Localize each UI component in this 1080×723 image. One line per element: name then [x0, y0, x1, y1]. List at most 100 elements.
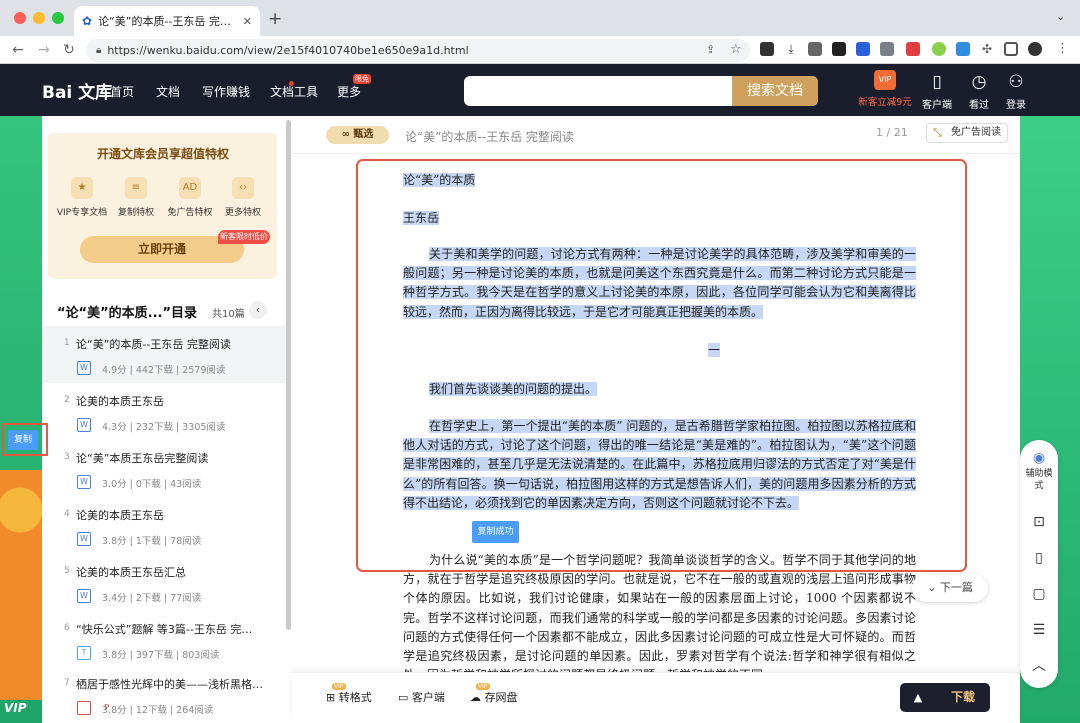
lock-icon: 🔒︎ [96, 45, 102, 56]
extension-3-icon[interactable] [832, 42, 846, 56]
client-label: 客户端 [922, 100, 952, 111]
login-link[interactable]: ⚇ 登录 [996, 72, 1036, 111]
word-doc-icon: W [77, 475, 91, 489]
toc-item-number: 1 [64, 338, 70, 348]
feature-vip-docs[interactable]: ★ VIP专享文档 [53, 177, 111, 218]
scroll-up-caret-icon[interactable]: ▲ [900, 683, 936, 712]
bookmark-star-icon[interactable]: ☆ [730, 42, 742, 57]
assist-mode-icon[interactable]: ◉ [1027, 446, 1051, 470]
extension-2-icon[interactable] [808, 42, 822, 56]
toc-item[interactable]: 5 论美的本质王东岳汇总 W 3.4分 | 2下载 | 77阅读 [42, 554, 286, 611]
clipboard-icon[interactable]: ☰ [1027, 618, 1051, 642]
nav-doc-tools[interactable]: 文档工具 [270, 83, 318, 100]
toc-item-title: 论美的本质王东岳 [76, 395, 164, 408]
toc-item-title: 论美的本质王东岳 [76, 509, 164, 522]
nav-home[interactable]: 首页 [110, 83, 134, 100]
minimize-window-dot[interactable] [33, 12, 45, 24]
ad-free-label: 免广告阅读 [951, 127, 1001, 138]
toc-item[interactable]: 3 论“美”本质王东岳完整阅读 W 3.0分 | 0下载 | 43阅读 [42, 440, 286, 497]
mobile-icon[interactable]: ▯ [1027, 546, 1051, 570]
address-bar[interactable]: 🔒︎ https://wenku.baidu.com/view/2e15f401… [86, 39, 750, 62]
sidebar-toggle-icon[interactable] [1004, 42, 1018, 56]
reload-icon[interactable]: ↻ [60, 41, 78, 59]
ad-free-reading-button[interactable]: ⤡ 免广告阅读 [926, 123, 1008, 143]
convert-label: 转格式 [338, 691, 372, 704]
toc-item[interactable]: 6 “快乐公式”题解 等3篇--王东岳 完… T 3.8分 | 397下载 | … [42, 611, 286, 668]
document-topbar [292, 116, 1020, 154]
forward-icon[interactable]: → [35, 41, 53, 59]
new-user-promo[interactable]: VIP 新客立减9元 [855, 70, 915, 108]
search-button[interactable]: 搜索文档 [732, 76, 818, 106]
toc-item-title: 论“美”本质王东岳完整阅读 [76, 452, 209, 465]
copy-success-toast: 复制成功 [472, 521, 519, 543]
extension-8-icon[interactable] [956, 42, 970, 56]
toc-item-meta: 4.9分 | 442下载 | 2579阅读 [102, 365, 226, 376]
extension-4-icon[interactable] [856, 42, 870, 56]
toc-item-number: 4 [64, 509, 70, 519]
browser-tab[interactable]: ✿ 论“美”的本质--王东岳 完整阅 ✕ [74, 6, 260, 36]
word-doc-icon: W [77, 532, 91, 546]
copy-side-highlight: 复制 [2, 423, 48, 456]
extensions-puzzle-icon[interactable]: ✣ [980, 42, 994, 56]
toc-collapse-chevron-icon[interactable]: ‹ [249, 301, 267, 319]
nav-more[interactable]: 更多 [337, 83, 361, 100]
phone-icon: ▯ [932, 72, 942, 92]
feature-more[interactable]: ‹› 更多特权 [214, 177, 272, 218]
zoom-window-dot[interactable] [52, 12, 64, 24]
promo-title: 开通文库会员享超值特权 [96, 147, 229, 161]
side-copy-button[interactable]: 复制 [8, 430, 38, 450]
toc-item-number: 2 [64, 395, 70, 405]
feature-label: VIP专享文档 [56, 208, 108, 218]
feature-label: 复制特权 [117, 208, 154, 218]
feature-no-ads[interactable]: AD 免广告特权 [161, 177, 219, 218]
mascot-lion-image [0, 470, 42, 700]
toc-item-title: 栖居于感性光辉中的美——浅析黑格… [76, 678, 263, 691]
toc-item[interactable]: 7 栖居于感性光辉中的美——浅析黑格… P 3.8分 | 12下载 | 264阅… [42, 666, 286, 723]
client-download[interactable]: ▯ 客户端 [917, 72, 957, 111]
toc-item-number: 7 [64, 678, 70, 688]
vip-badge: VIP [476, 683, 490, 690]
tab-list-chevron-icon[interactable]: ⌄ [1056, 10, 1065, 23]
toc-item[interactable]: 1 论“美”的本质--王东岳 完整阅读 W 4.9分 | 442下载 | 257… [42, 326, 286, 383]
feature-label: 更多特权 [224, 208, 261, 218]
history-link[interactable]: ◷ 看过 [959, 72, 999, 111]
extension-5-icon[interactable] [880, 42, 894, 56]
page-indicator: 1 / 21 [876, 126, 908, 139]
close-tab-icon[interactable]: ✕ [243, 15, 252, 28]
nav-write-earn[interactable]: 写作赚钱 [202, 83, 250, 100]
back-icon[interactable]: ← [9, 41, 27, 59]
back-to-top-icon[interactable]: ︿ [1027, 654, 1051, 678]
convert-format-button[interactable]: ⊞ VIP 转格式 [326, 683, 372, 705]
cloud-icon: ☁ [470, 691, 485, 704]
extension-7-icon[interactable] [932, 42, 946, 56]
new-tab-icon[interactable]: + [268, 9, 282, 29]
extension-6-icon[interactable] [906, 42, 920, 56]
toolbox-icon[interactable]: ⊡ [1027, 510, 1051, 534]
toc-item[interactable]: 4 论美的本质王东岳 W 3.8分 | 1下载 | 78阅读 [42, 497, 286, 554]
assist-mode-label[interactable]: 辅助模式 [1022, 468, 1056, 492]
baidu-wenku-logo[interactable]: Bai 文库 [42, 78, 112, 103]
profile-avatar-icon[interactable] [1028, 42, 1042, 56]
baidu-favicon-icon: ✿ [82, 14, 93, 28]
download-button[interactable]: 下载 [936, 683, 990, 712]
search-box: 搜索文档 [464, 76, 818, 106]
share-icon[interactable]: ⇪ [706, 43, 715, 56]
feedback-chat-icon[interactable]: ▢ [1027, 582, 1051, 606]
extension-1-icon[interactable] [760, 42, 774, 56]
next-document-button[interactable]: ⌄ 下一篇 [912, 574, 988, 602]
feature-label: 免广告特权 [167, 208, 213, 218]
feature-copy[interactable]: ≡ 复制特权 [107, 177, 165, 218]
client-button[interactable]: ▭ 客户端 [398, 689, 445, 705]
search-input[interactable] [464, 76, 732, 106]
download-icon[interactable]: ⤓ [784, 42, 798, 56]
left-panel-scrollbar[interactable] [286, 120, 291, 630]
close-window-dot[interactable] [14, 12, 26, 24]
browser-menu-icon[interactable]: ⋮ [1056, 41, 1069, 56]
toc-item[interactable]: 2 论美的本质王东岳 W 4.3分 | 232下载 | 3305阅读 [42, 383, 286, 440]
save-to-cloud-button[interactable]: ☁ VIP 存网盘 [470, 683, 518, 705]
toc-item-number: 5 [64, 566, 70, 576]
nav-docs[interactable]: 文档 [156, 83, 180, 100]
clock-icon: ◷ [971, 72, 987, 92]
document-title: 论“美”的本质--王东岳 完整阅读 [405, 130, 574, 144]
tab-title: 论“美”的本质--王东岳 完整阅 [98, 15, 237, 28]
